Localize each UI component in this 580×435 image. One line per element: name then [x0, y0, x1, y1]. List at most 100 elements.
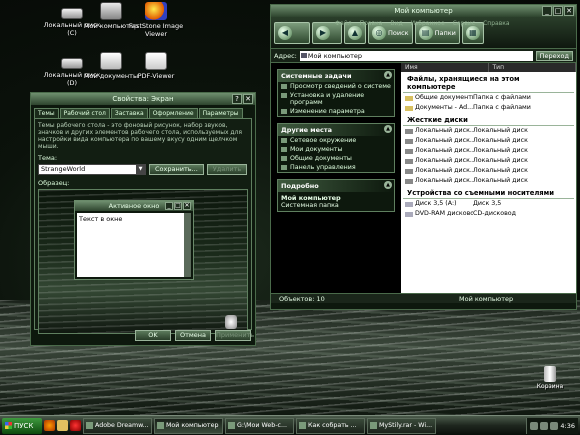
desktop-icon-label: Корзина — [536, 383, 564, 390]
taskbar-item-opera[interactable]: Как собрать ... — [296, 417, 365, 434]
list-item[interactable]: Локальный диск... Локальный диск — [401, 166, 576, 176]
quicklaunch-explorer-icon[interactable] — [57, 420, 68, 431]
tab-screensaver[interactable]: Заставка — [110, 108, 148, 118]
faststone-icon — [145, 2, 167, 20]
desktop-icon-recycle-bin[interactable]: Корзина — [532, 366, 568, 390]
props-title: Свойства: Экран — [112, 95, 174, 103]
details-name: Мой компьютер — [281, 194, 341, 202]
list-item[interactable]: DVD-RAM дисково...CD-дисковод — [401, 209, 576, 219]
taskbar-item-web-folder[interactable]: G:\Мои Web-с... — [225, 417, 294, 434]
tab-settings[interactable]: Параметры — [198, 108, 243, 118]
menu-tools[interactable]: Сервис — [453, 20, 475, 29]
list-item[interactable]: Общие документы Папка с файлами — [401, 93, 576, 103]
start-button[interactable]: ПУСК — [2, 417, 42, 434]
tray-antivirus-icon[interactable] — [550, 421, 559, 430]
group-stored-files: Файлы, хранящиеся на этом компьютере — [403, 72, 574, 93]
pdf-icon — [145, 52, 167, 70]
status-object-count: Объектов: 10 — [279, 295, 325, 303]
place-my-documents[interactable]: Мои документы — [278, 145, 394, 154]
list-item[interactable]: Локальный диск... Локальный диск — [401, 126, 576, 136]
folders-button-label: Папки — [434, 28, 456, 37]
explorer-titlebar[interactable]: Мой компьютер _ □ ✕ — [271, 5, 576, 17]
close-button[interactable]: ✕ — [243, 94, 253, 104]
menu-favorites[interactable]: Избранное — [411, 20, 445, 29]
menu-file[interactable]: Файл — [335, 20, 352, 29]
back-button[interactable]: ◀ — [274, 21, 310, 44]
task-change-setting[interactable]: Изменение параметра — [278, 107, 394, 116]
system-tasks-title: Системные задачи — [281, 72, 352, 80]
menu-view[interactable]: Вид — [390, 20, 402, 29]
clock[interactable]: 4:36 — [560, 422, 575, 430]
maximize-button[interactable]: □ — [553, 6, 563, 16]
props-panel: Темы рабочего стола - это фоновый рисуно… — [34, 118, 252, 334]
tray-network-icon[interactable] — [530, 421, 539, 430]
save-theme-button[interactable]: Сохранить... — [149, 164, 204, 175]
list-item[interactable]: Локальный диск... Локальный диск — [401, 136, 576, 146]
other-places-header[interactable]: Другие места ▲ — [278, 124, 394, 136]
tab-themes[interactable]: Темы — [34, 108, 59, 118]
preview-scrollbar — [184, 213, 191, 277]
tab-desktop[interactable]: Рабочий стол — [59, 108, 110, 118]
computer-icon — [100, 2, 122, 20]
tray-volume-icon[interactable] — [540, 421, 549, 430]
place-network[interactable]: Сетевое окружение — [278, 136, 394, 145]
group-removable: Устройства со съемными носителями — [403, 186, 574, 199]
chevron-up-icon[interactable]: ▲ — [384, 125, 392, 133]
minimize-button[interactable]: _ — [542, 6, 552, 16]
menu-help[interactable]: Справка — [483, 20, 509, 29]
chevron-down-icon[interactable]: ▼ — [136, 165, 145, 174]
arrow-right-icon: ▶ — [316, 25, 330, 40]
list-item[interactable]: Документы - Ad... Папка с файлами — [401, 103, 576, 113]
address-input[interactable]: Мой компьютер — [299, 50, 533, 61]
system-tasks-box: Системные задачи ▲ Просмотр сведений о с… — [277, 69, 395, 117]
taskbar-item-dreamweaver[interactable]: Adobe Dreamw... — [83, 417, 152, 434]
list-item[interactable]: Диск 3,5 (A:) Диск 3,5 — [401, 199, 576, 209]
preview-window-title: Активное окно — [108, 202, 160, 210]
arrow-left-icon: ◀ — [278, 25, 292, 40]
column-type[interactable]: Тип — [489, 63, 576, 72]
taskbar-item-winrar[interactable]: MyStily.rar - Wi... — [367, 417, 436, 434]
task-view-system-info[interactable]: Просмотр сведений о системе — [278, 82, 394, 91]
themes-description: Темы рабочего стола - это фоновый рисуно… — [38, 122, 242, 150]
task-add-remove-programs[interactable]: Установка и удаление программ — [278, 91, 394, 107]
help-button[interactable]: ? — [232, 94, 242, 104]
menu-edit[interactable]: Правка — [360, 20, 383, 29]
cancel-button[interactable]: Отмена — [175, 330, 211, 341]
props-titlebar[interactable]: Свойства: Экран ? ✕ — [31, 93, 255, 105]
quicklaunch-opera-icon[interactable] — [70, 420, 81, 431]
preview-label: Образец: — [38, 179, 70, 187]
place-control-panel[interactable]: Панель управления — [278, 163, 394, 172]
chevron-up-icon[interactable]: ▲ — [384, 71, 392, 79]
apply-button[interactable]: Применить — [215, 330, 254, 341]
theme-select[interactable]: StrangeWorld ▼ — [38, 164, 146, 175]
theme-label: Тема: — [38, 154, 58, 162]
quicklaunch-firefox-icon[interactable] — [44, 420, 55, 431]
details-title: Подробно — [281, 182, 319, 190]
desktop-icon-pdf-viewer[interactable]: PDF-Viewer — [126, 52, 186, 80]
column-name[interactable]: Имя — [401, 63, 489, 72]
close-button[interactable]: ✕ — [564, 6, 574, 16]
preview-titlebar: Активное окно _ □ ✕ — [75, 201, 193, 211]
preview-window-text: Текст в окне — [79, 215, 123, 223]
props-tabs: Темы Рабочий стол Заставка Оформление Па… — [31, 105, 255, 118]
documents-icon — [100, 52, 122, 70]
ok-button[interactable]: OK — [135, 330, 171, 341]
desktop-icon-label: PDF-Viewer — [137, 72, 175, 80]
go-button[interactable]: Переход — [535, 50, 573, 61]
details-header[interactable]: Подробно ▲ — [278, 180, 394, 192]
list-item[interactable]: Локальный диск... Локальный диск — [401, 146, 576, 156]
list-item[interactable]: Локальный диск... Локальный диск — [401, 176, 576, 186]
place-shared-documents[interactable]: Общие документы — [278, 154, 394, 163]
taskbar-item-my-computer[interactable]: Мой компьютер — [154, 417, 223, 434]
desktop-icon-faststone[interactable]: FastStone Image Viewer — [126, 2, 186, 38]
minimize-icon: _ — [165, 202, 173, 210]
delete-theme-button[interactable]: Удалить — [206, 164, 248, 175]
recycle-bin-icon — [225, 315, 237, 329]
chevron-up-icon[interactable]: ▲ — [384, 181, 392, 189]
preview-active-window: Активное окно _ □ ✕ Текст в окне — [74, 200, 194, 280]
list-item[interactable]: Локальный диск... Локальный диск — [401, 156, 576, 166]
system-tasks-header[interactable]: Системные задачи ▲ — [278, 70, 394, 82]
tab-appearance[interactable]: Оформление — [148, 108, 198, 118]
system-tray: 4:36 — [526, 417, 578, 434]
taskbar: ПУСК Adobe Dreamw... Мой компьютер G:\Мо… — [0, 415, 580, 435]
